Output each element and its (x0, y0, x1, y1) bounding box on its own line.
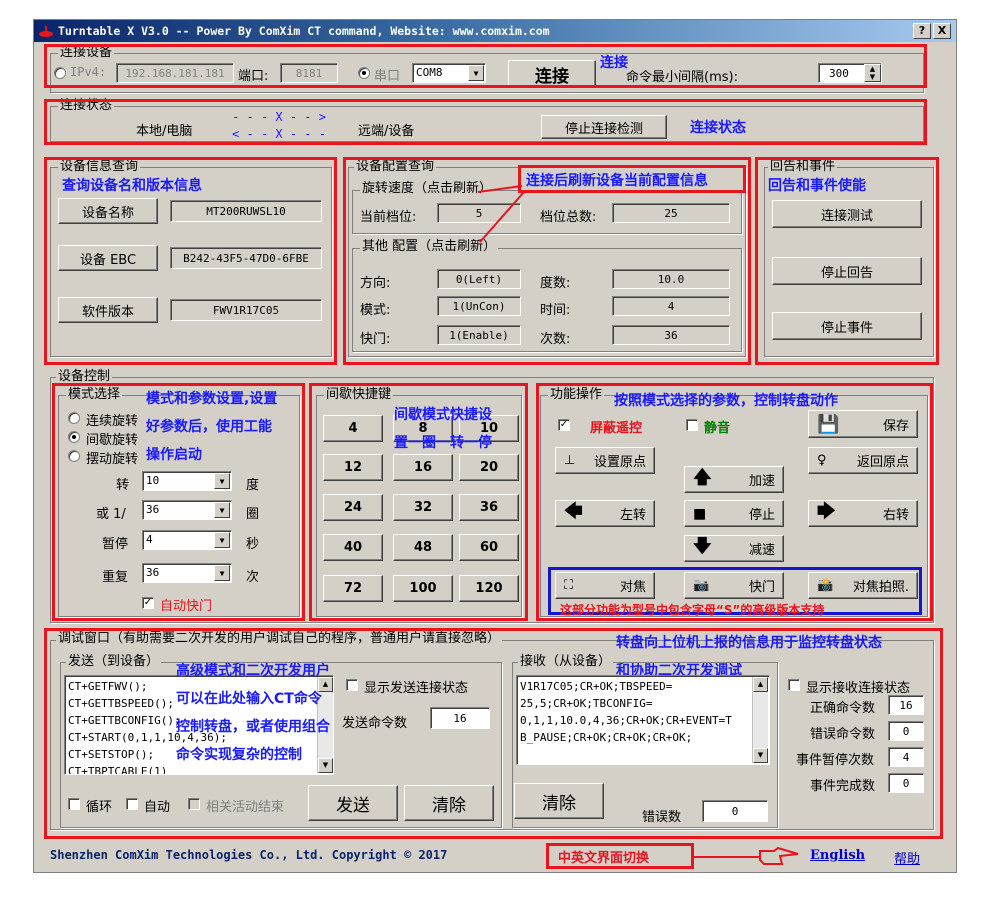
config-annotation: 连接后刷新设备当前配置信息 (526, 173, 708, 189)
help-link[interactable]: 帮助 (894, 848, 920, 867)
turntable-icon (39, 26, 53, 37)
copyright: Shenzhen ComXim Technologies Co., Ltd. C… (50, 848, 448, 862)
control-group-title: 设备控制 (56, 369, 113, 384)
annotation-box-quick (309, 383, 528, 621)
annotation-box-echo (755, 157, 939, 365)
lang-annotation: 中英文界面切换 (558, 851, 650, 866)
annotation-box-info (44, 157, 337, 365)
annotation-box-func (536, 383, 933, 621)
help-title-button[interactable]: ? (913, 23, 931, 39)
close-button[interactable]: X (933, 23, 951, 39)
pointing-hand-icon (694, 846, 799, 865)
english-link[interactable]: English (810, 848, 865, 863)
title-bar: Turntable X V3.0 -- Power By ComXim CT c… (34, 20, 956, 42)
annotation-box-status (44, 99, 927, 145)
config-arrows (477, 185, 525, 243)
annotation-box-connect (44, 44, 927, 88)
annotation-box-debug (44, 628, 943, 839)
annotation-box-mode (52, 383, 305, 621)
